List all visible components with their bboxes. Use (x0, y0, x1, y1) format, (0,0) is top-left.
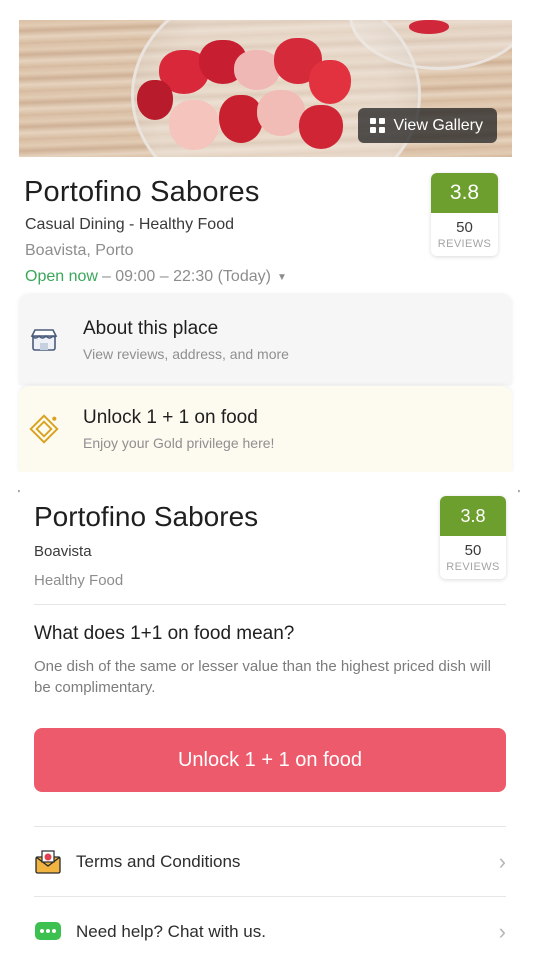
unlock-offer-row[interactable]: Unlock 1 + 1 on food Enjoy your Gold pri… (19, 386, 512, 472)
envelope-icon (34, 848, 62, 876)
about-place-row[interactable]: About this place View reviews, address, … (19, 295, 512, 385)
grid-icon (370, 118, 386, 133)
rating-badge[interactable]: 3.8 50 REVIEWS (431, 173, 498, 256)
terms-label: Terms and Conditions (76, 852, 241, 871)
view-gallery-button[interactable]: View Gallery (358, 108, 497, 143)
unlock-subtitle: Enjoy your Gold privilege here! (83, 435, 275, 451)
about-title: About this place (83, 318, 219, 339)
strawberry (137, 80, 173, 120)
chat-bubble-icon (34, 918, 62, 946)
chevron-right-icon: › (498, 919, 506, 944)
sheet-rating-score: 3.8 (440, 496, 506, 536)
strawberry (299, 105, 343, 149)
sheet-cuisine: Healthy Food (34, 572, 124, 589)
sheet-review-count: 50 (464, 542, 482, 559)
sheet-area: Boavista (34, 543, 92, 560)
strawberry (257, 90, 305, 136)
sheet-rating-badge: 3.8 50 REVIEWS (440, 496, 506, 579)
restaurant-location: Boavista, Porto (25, 242, 134, 259)
opening-hours[interactable]: Open now – 09:00 – 22:30 (Today) ▼ (25, 268, 287, 286)
storefront-icon (29, 325, 59, 355)
about-subtitle: View reviews, address, and more (83, 346, 289, 362)
review-count: 50 (456, 219, 473, 236)
sheet-corner-mark: ' (518, 489, 520, 500)
open-status: Open now (25, 268, 98, 285)
hours-range: – 09:00 – 22:30 (Today) (101, 268, 271, 285)
strawberry (309, 60, 351, 104)
chat-help-row[interactable]: Need help? Chat with us. › (34, 912, 506, 952)
strawberry (219, 95, 263, 143)
sheet-restaurant-name: Portofino Sabores (34, 501, 259, 532)
chevron-down-icon: ▼ (276, 271, 287, 283)
restaurant-name: Portofino Sabores (24, 176, 260, 208)
rating-score: 3.8 (431, 173, 498, 213)
chevron-right-icon: › (498, 849, 506, 874)
unlock-title: Unlock 1 + 1 on food (83, 407, 258, 428)
divider (34, 896, 506, 897)
offer-explanation: One dish of the same or lesser value tha… (34, 658, 491, 696)
unlock-offer-button[interactable]: Unlock 1 + 1 on food (34, 728, 506, 792)
sheet-reviews-label: REVIEWS (446, 561, 500, 573)
divider (34, 604, 506, 605)
restaurant-categories: Casual Dining - Healthy Food (25, 216, 234, 233)
divider (34, 826, 506, 827)
offer-question: What does 1+1 on food mean? (34, 623, 295, 644)
reviews-label: REVIEWS (437, 238, 492, 250)
sheet-corner-mark: ' (18, 489, 20, 500)
strawberry (409, 20, 449, 34)
view-gallery-label: View Gallery (393, 116, 483, 134)
gold-diamond-icon (29, 414, 59, 444)
strawberry (169, 100, 219, 150)
hero-image[interactable]: View Gallery (19, 20, 512, 157)
terms-conditions-row[interactable]: Terms and Conditions › (34, 842, 506, 882)
chat-label: Need help? Chat with us. (76, 922, 266, 941)
